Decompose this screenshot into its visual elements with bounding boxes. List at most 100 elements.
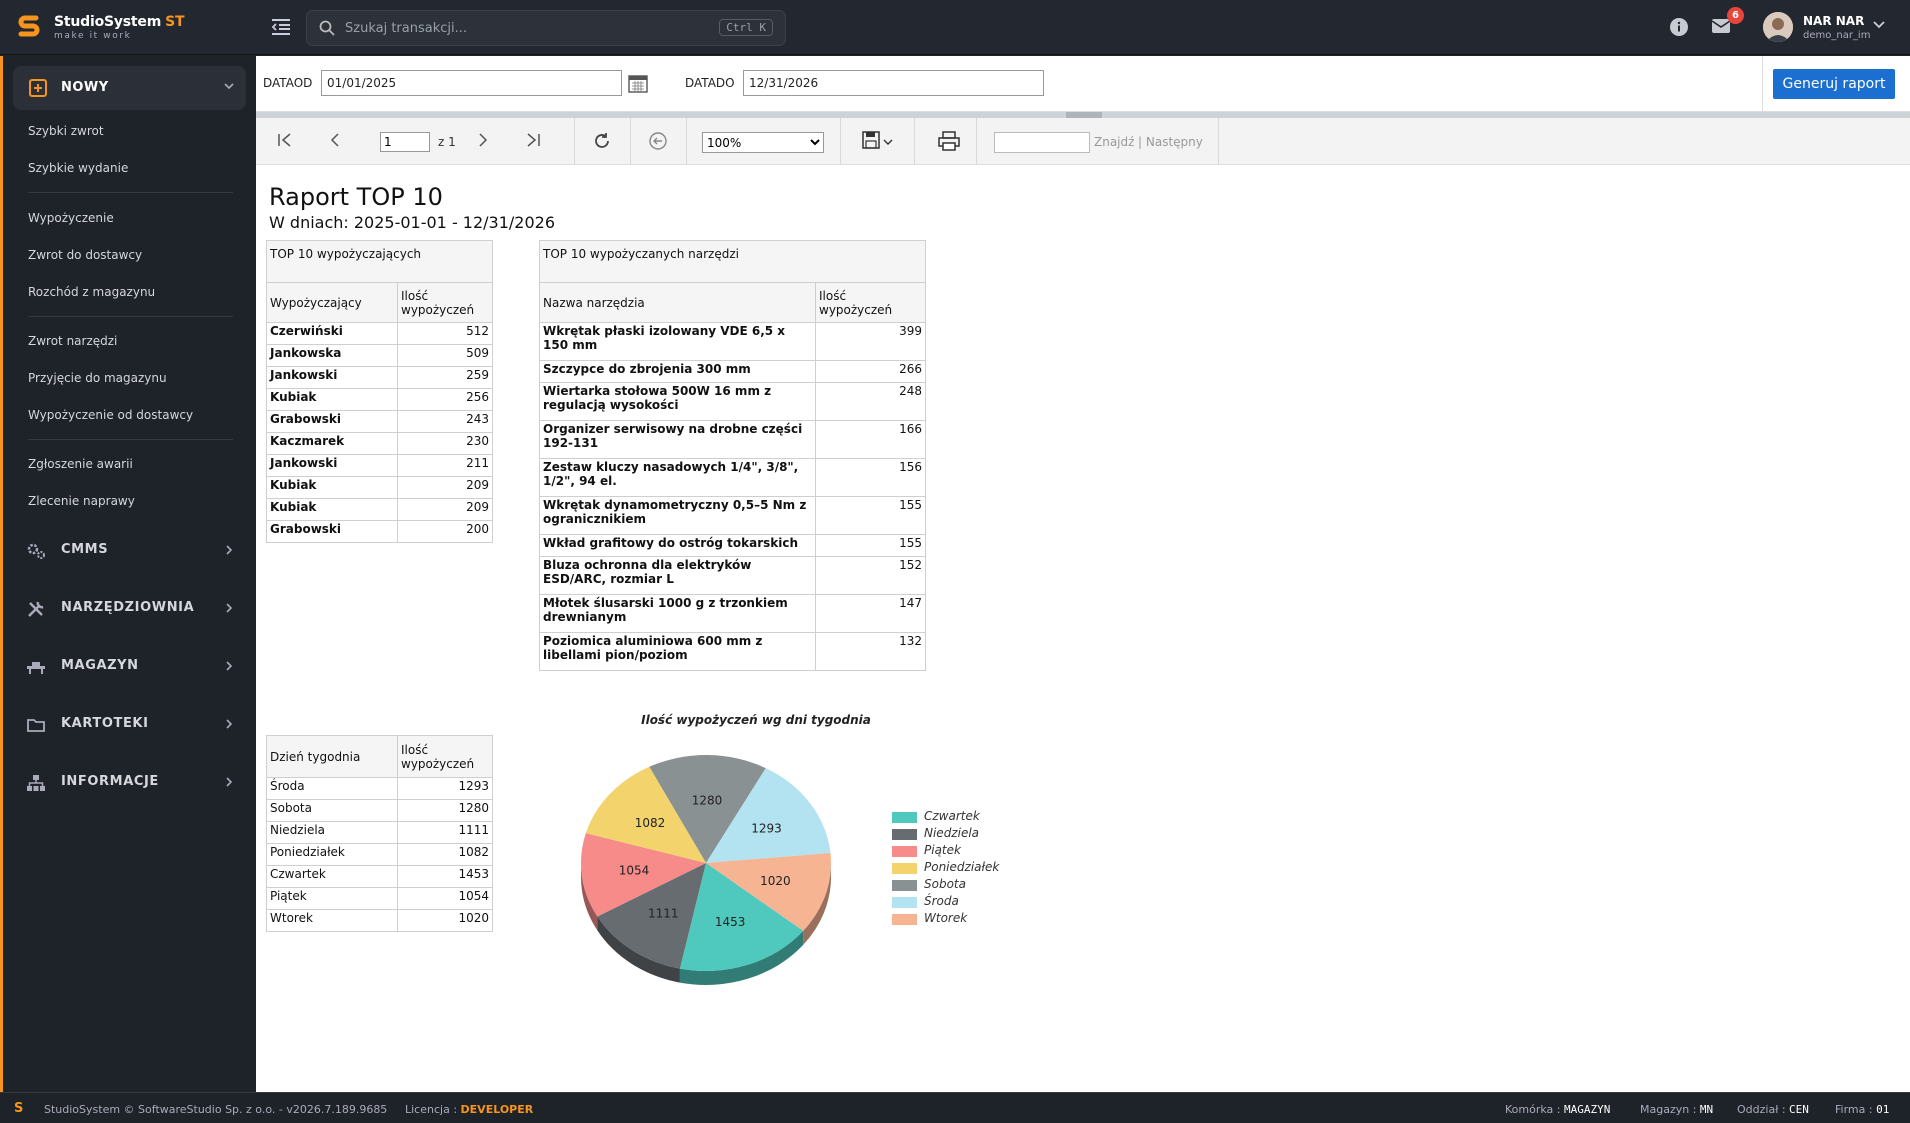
last-page-icon[interactable] [524, 131, 542, 149]
table-row: Niedziela 1111 [266, 821, 493, 844]
cell-count: 256 [397, 388, 493, 411]
cell-count: 166 [815, 420, 926, 459]
sidebar-item-repair-order[interactable]: Zlecenie naprawy [28, 494, 135, 508]
table-row: Wkrętak płaski izolowany VDE 6,5 x 150 m… [539, 322, 926, 361]
sidebar-item-tool-return[interactable]: Zwrot narzędzi [28, 334, 117, 348]
refresh-icon[interactable] [592, 131, 612, 151]
legend-swatch [892, 880, 917, 891]
report-toolbar: z 1 100% Znajdź | Następny [256, 118, 1910, 165]
footer-cell: Komórka : MAGAZYN [1505, 1103, 1610, 1116]
sidebar-section-tool-room[interactable]: NARZĘDZIOWNIA [26, 596, 241, 622]
first-page-icon[interactable] [276, 131, 294, 149]
cell-count: 1280 [397, 799, 493, 822]
previous-page-icon[interactable] [326, 131, 344, 149]
cell-name: Środa [266, 777, 398, 800]
search-box[interactable]: Ctrl K [306, 10, 786, 46]
info-icon[interactable] [1669, 17, 1689, 37]
cell-name: Kubiak [266, 388, 398, 411]
page-count-label: z 1 [438, 135, 456, 149]
table-row: Zestaw kluczy nasadowych 1/4", 3/8", 1/2… [539, 458, 926, 497]
pie-value-label: 1453 [715, 915, 746, 929]
cell-name: Organizer serwisowy na drobne części 192… [539, 420, 816, 459]
pie-value-label: 1082 [635, 816, 666, 830]
user-name[interactable]: NAR NAR [1803, 14, 1864, 28]
sidebar-item-return-to-supplier[interactable]: Zwrot do dostawcy [28, 248, 142, 262]
cell-count: 1082 [397, 843, 493, 866]
pie-value-label: 1054 [619, 863, 650, 877]
table-title: TOP 10 wypożyczających [266, 240, 493, 283]
sidebar-section-information[interactable]: INFORMACJE [26, 770, 241, 796]
notification-badge: 6 [1727, 7, 1744, 24]
search-shortcut: Ctrl K [719, 19, 773, 36]
sidebar-section-label: INFORMACJE [61, 774, 159, 789]
menu-collapse-icon[interactable] [270, 17, 292, 37]
table-row: Wtorek 1020 [266, 909, 493, 932]
gears-icon [27, 543, 45, 559]
next-page-icon[interactable] [474, 131, 492, 149]
sidebar-item-quick-issue[interactable]: Szybkie wydanie [28, 161, 128, 175]
sidebar-section-new[interactable]: NOWY [13, 66, 246, 110]
zoom-select[interactable]: 100% [702, 132, 824, 153]
table-row: Sobota 1280 [266, 799, 493, 822]
print-icon[interactable] [938, 131, 960, 151]
plus-square-icon [29, 79, 47, 97]
avatar[interactable] [1763, 12, 1793, 42]
cell-count: 1293 [397, 777, 493, 800]
toolbar-divider [840, 118, 841, 165]
generate-area: Generuj raport [1762, 56, 1910, 112]
app-name: StudioSystem ST [54, 14, 185, 30]
sidebar-section-label: NARZĘDZIOWNIA [61, 600, 195, 615]
sidebar-item-rental-from-supplier[interactable]: Wypożyczenie od dostawcy [28, 408, 193, 422]
cell-count: 248 [815, 382, 926, 421]
sidebar-section-cmms[interactable]: CMMS [26, 538, 241, 564]
table-title: TOP 10 wypożyczanych narzędzi [539, 240, 926, 283]
table-row: Szczypce do zbrojenia 300 mm 266 [539, 360, 926, 383]
column-header: Ilość wypożyczeń [397, 282, 493, 323]
sidebar-item-quick-return[interactable]: Szybki zwrot [28, 124, 104, 138]
pie-value-label: 1280 [692, 793, 723, 807]
chevron-right-icon [226, 661, 233, 671]
generate-report-button[interactable]: Generuj raport [1773, 69, 1895, 99]
sidebar-item-rental[interactable]: Wypożyczenie [28, 211, 114, 225]
cell-count: 147 [815, 594, 926, 633]
top-borrowers-table: TOP 10 wypożyczających Wypożyczający Iloś… [266, 240, 493, 543]
cell-name: Kubiak [266, 476, 398, 499]
cell-count: 156 [815, 458, 926, 497]
footer-license: Licencja : DEVELOPER [405, 1103, 533, 1116]
user-photo-icon [1763, 12, 1793, 42]
sidebar-section-records[interactable]: KARTOTEKI [26, 712, 241, 738]
table-row: Kubiak 209 [266, 498, 493, 521]
sidebar-item-warehouse-issue[interactable]: Rozchód z magazynu [28, 285, 155, 299]
cell-count: 155 [815, 534, 926, 557]
footer-cell-label: Komórka : [1505, 1103, 1561, 1116]
legend-label: Sobota [924, 877, 966, 891]
save-icon[interactable] [862, 131, 894, 151]
column-header: Nazwa narzędzia [539, 282, 816, 323]
legend-swatch [892, 829, 917, 840]
sidebar-section-warehouse[interactable]: MAGAZYN [26, 654, 241, 680]
cell-name: Wkrętak płaski izolowany VDE 6,5 x 150 m… [539, 322, 816, 361]
calendar-icon[interactable] [628, 73, 648, 93]
sidebar-item-failure-report[interactable]: Zgłoszenie awarii [28, 457, 133, 471]
find-input[interactable] [994, 132, 1090, 153]
chevron-down-icon[interactable] [1872, 20, 1886, 30]
cell-count: 132 [815, 632, 926, 671]
back-icon[interactable] [648, 131, 668, 151]
legend-label: Czwartek [924, 809, 980, 823]
find-next-button[interactable]: | Następny [1138, 135, 1203, 149]
search-input[interactable] [345, 18, 685, 38]
cell-name: Szczypce do zbrojenia 300 mm [539, 360, 816, 383]
report-parameters: DATAOD DATADO Generuj raport [256, 56, 1910, 112]
cell-name: Kaczmarek [266, 432, 398, 455]
date-from-input[interactable] [321, 70, 622, 96]
chevron-right-icon [226, 603, 233, 613]
cell-count: 512 [397, 322, 493, 345]
find-button[interactable]: Znajdź [1094, 135, 1134, 149]
legend-swatch [892, 863, 917, 874]
date-to-input[interactable] [743, 70, 1044, 96]
page-number-input[interactable] [380, 132, 430, 152]
footer-license-label: Licencja : [405, 1103, 458, 1116]
sidebar-item-warehouse-receipt[interactable]: Przyjęcie do magazynu [28, 371, 167, 385]
table-row: Poniedziałek 1082 [266, 843, 493, 866]
cell-name: Grabowski [266, 410, 398, 433]
